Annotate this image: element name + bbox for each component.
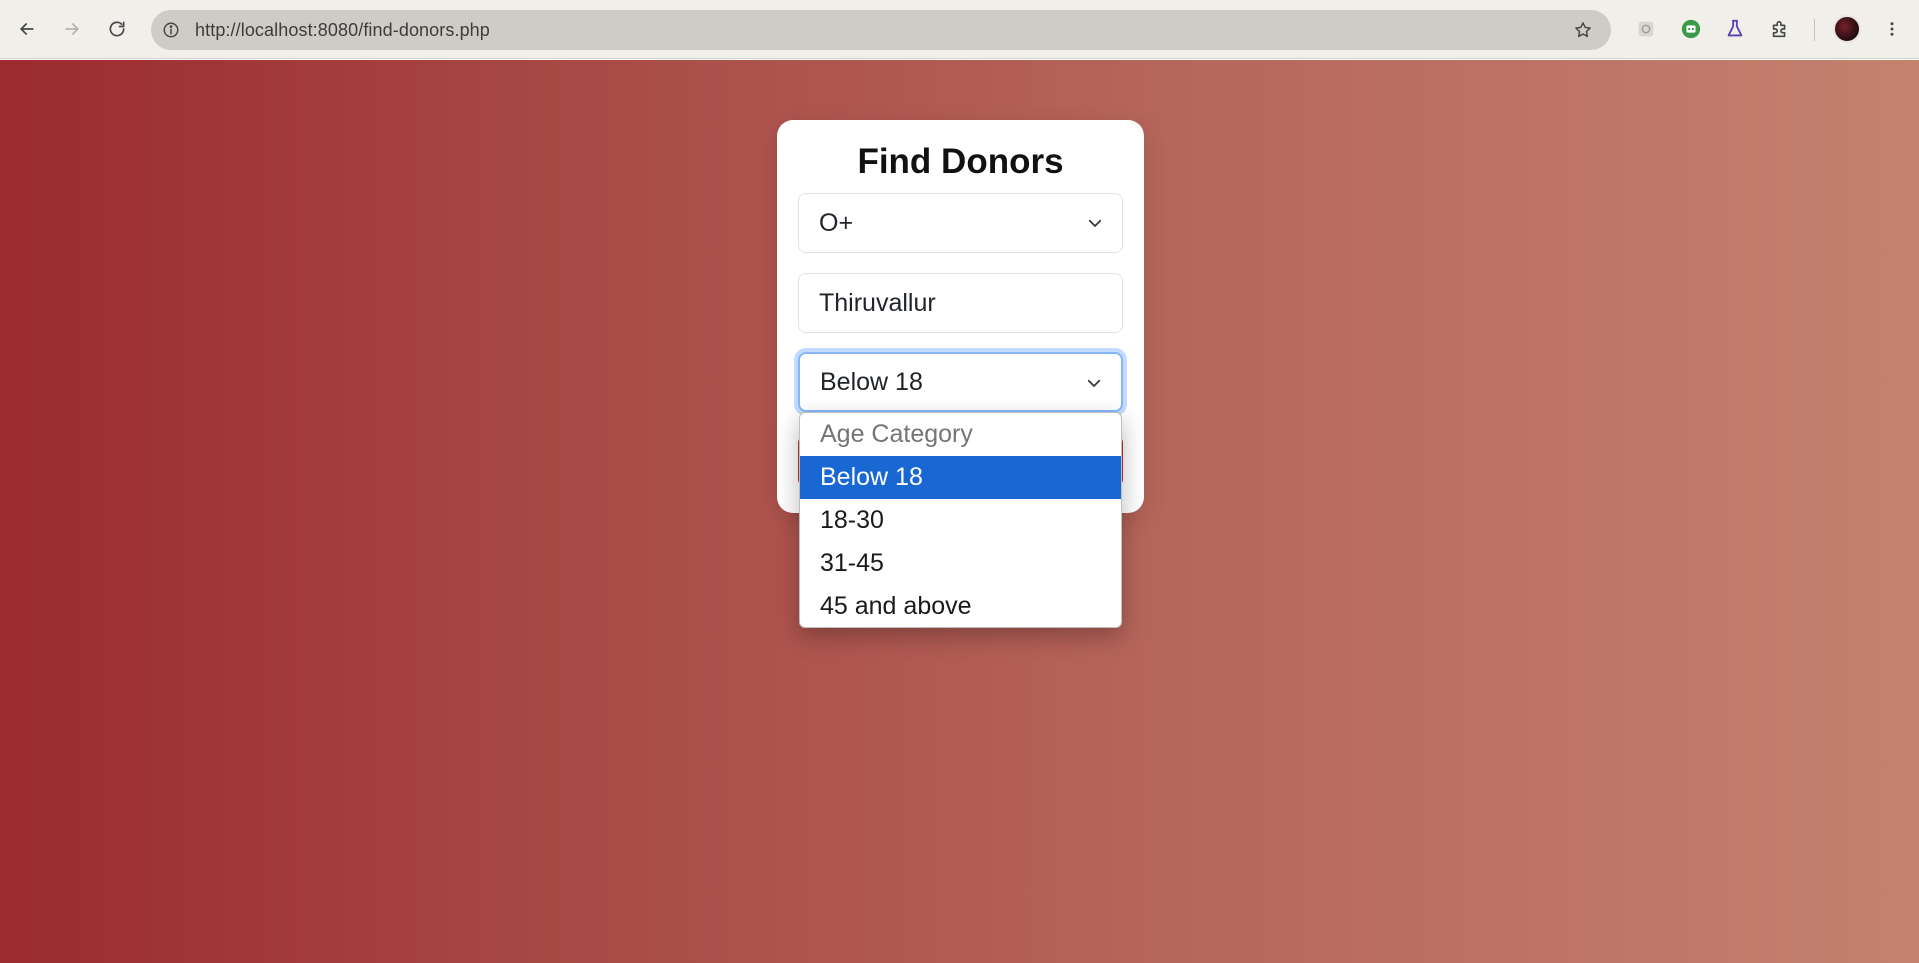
extension-button[interactable] — [1677, 15, 1705, 43]
star-icon — [1575, 22, 1591, 38]
page-title: Find Donors — [857, 142, 1064, 181]
reload-button[interactable] — [102, 14, 132, 44]
chevron-down-icon — [1088, 219, 1102, 227]
arrow-left-icon — [20, 23, 34, 35]
flask-icon — [1727, 19, 1743, 37]
age-category-select[interactable]: Below 18 — [798, 352, 1123, 412]
browser-menu-button[interactable] — [1880, 14, 1904, 44]
reload-icon — [109, 21, 125, 37]
extension-button[interactable] — [1721, 15, 1749, 43]
age-option-placeholder[interactable]: Age Category — [800, 413, 1121, 456]
page-background: Find Donors O+ Thiruvallur Below 18 Age … — [0, 60, 1919, 963]
site-info-button[interactable] — [155, 14, 187, 46]
address-bar[interactable]: http://localhost:8080/find-donors.php — [151, 10, 1611, 50]
profile-avatar[interactable] — [1833, 15, 1861, 43]
url-text[interactable]: http://localhost:8080/find-donors.php — [195, 20, 490, 41]
location-input[interactable]: Thiruvallur — [798, 273, 1123, 333]
age-category-listbox: Age Category Below 18 18-30 31-45 45 and… — [799, 412, 1122, 628]
age-option-below-18[interactable]: Below 18 — [800, 456, 1121, 499]
chevron-down-icon — [1087, 379, 1101, 387]
kebab-icon — [1890, 22, 1894, 36]
extension-button[interactable] — [1632, 15, 1660, 43]
age-option-45-and-above[interactable]: 45 and above — [800, 585, 1121, 627]
age-option-31-45[interactable]: 31-45 — [800, 542, 1121, 585]
extension-grid-icon — [1638, 21, 1654, 37]
age-category-value: Below 18 — [820, 367, 923, 396]
puzzle-icon — [1772, 20, 1786, 38]
forward-button[interactable] — [57, 14, 87, 44]
arrow-right-icon — [65, 23, 79, 35]
toolbar-divider — [1814, 19, 1815, 41]
age-option-18-30[interactable]: 18-30 — [800, 499, 1121, 542]
extensions-menu-button[interactable] — [1766, 15, 1794, 43]
robot-icon — [1681, 19, 1701, 39]
back-button[interactable] — [12, 14, 42, 44]
browser-toolbar: http://localhost:8080/find-donors.php — [0, 0, 1919, 59]
blood-group-value: O+ — [819, 208, 854, 237]
location-value: Thiruvallur — [819, 288, 936, 317]
info-icon — [163, 22, 179, 38]
blood-group-select[interactable]: O+ — [798, 193, 1123, 253]
bookmark-button[interactable] — [1569, 16, 1597, 44]
